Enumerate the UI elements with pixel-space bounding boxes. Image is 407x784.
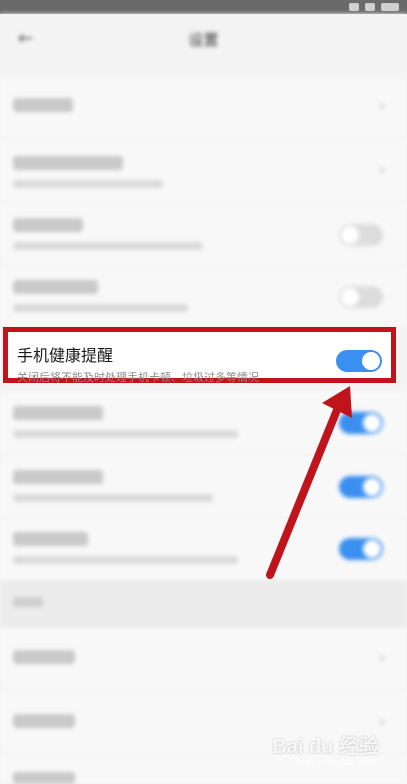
setting-subtitle: 关闭后将不能及时处理手机卡顿、垃圾过多等情况 <box>17 371 259 384</box>
app-bar: ← 设置 <box>0 14 407 66</box>
setting-title: 手机健康提醒 <box>17 346 114 365</box>
list-item[interactable]: › <box>0 140 407 202</box>
chevron-right-icon: › <box>378 648 385 667</box>
chevron-right-icon: › <box>378 160 385 179</box>
status-bar <box>0 0 407 14</box>
wifi-icon <box>365 3 375 11</box>
toggle-switch[interactable] <box>339 224 383 246</box>
chevron-right-icon: › <box>378 96 385 115</box>
list-item[interactable] <box>0 392 407 454</box>
baidu-watermark-url: jingyan.baidu.com <box>293 758 377 768</box>
toggle-switch[interactable] <box>339 286 383 308</box>
toggle-switch[interactable] <box>339 538 383 560</box>
page-title: 设置 <box>188 31 219 49</box>
status-icons <box>269 3 399 11</box>
list-item[interactable] <box>0 204 407 264</box>
section-header <box>0 580 407 628</box>
toggle-switch[interactable] <box>339 476 383 498</box>
list-item[interactable]: › <box>0 628 407 688</box>
battery-icon <box>381 3 399 11</box>
baidu-watermark: Bai du 经验 <box>272 736 379 758</box>
phone-health-reminder-toggle[interactable] <box>336 350 382 372</box>
chevron-right-icon: › <box>378 712 385 731</box>
list-item[interactable]: › <box>0 78 407 138</box>
list-item[interactable] <box>0 266 407 326</box>
list-item[interactable] <box>0 456 407 516</box>
highlighted-setting-row[interactable]: 手机健康提醒 关闭后将不能及时处理手机卡顿、垃圾过多等情况 <box>3 327 396 384</box>
toggle-switch[interactable] <box>339 412 383 434</box>
signal-icon <box>349 3 359 11</box>
toggle-knob <box>362 352 380 370</box>
list-item[interactable] <box>0 518 407 580</box>
